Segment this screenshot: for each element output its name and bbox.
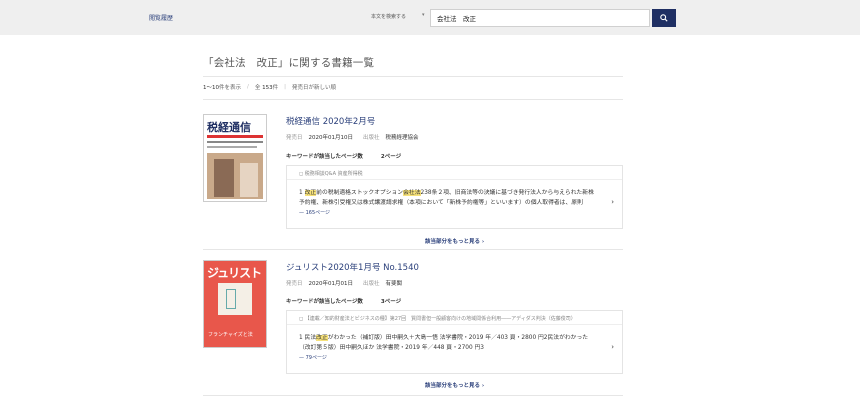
cover-title: ジュリスト [207, 266, 262, 280]
chevron-right-icon[interactable]: › [611, 342, 614, 352]
cover-title: 税経通信 [207, 121, 251, 134]
hit-box[interactable]: ◻ 【連載／知的財産法とビジネスの種】第27回 質問書但一般顧客向けの地域間係合… [286, 310, 623, 374]
hit-snippet: 1 民法改正がわかった（補訂版）田中嗣久＋大島一悟 法学書院・2019 年／40… [299, 335, 614, 363]
keyword-pages: キーワードが該当したページ数 3ページ [286, 299, 402, 305]
result-total: 全 153件 [254, 85, 279, 91]
book-meta: 発売日 2020年01月10日 出版社 税務経理協会 [286, 135, 419, 141]
top-bar: 閲覧履歴 本文を検索する ▾ [0, 0, 860, 35]
page-title: 「会社法 改正」に関する書籍一覧 [203, 57, 375, 69]
separator: | [284, 84, 287, 90]
search-input[interactable] [430, 9, 650, 27]
book-title[interactable]: ジュリスト2020年1月号 No.1540 [286, 261, 419, 273]
history-link[interactable]: 閲覧履歴 [149, 13, 173, 22]
hit-box[interactable]: ◻ 税務相談Q&A 資産所得税 1 改正前の税制適格ストックオプション会社法23… [286, 165, 623, 229]
book-title[interactable]: 税経通信 2020年2月号 [286, 115, 375, 127]
chevron-down-icon[interactable]: ▾ [422, 12, 425, 18]
chevron-right-icon[interactable]: › [611, 197, 614, 207]
sort-order[interactable]: 発売日が新しい順 [292, 83, 336, 91]
show-more-link[interactable]: 該当部分をもっと見る › [425, 381, 484, 389]
separator: / [247, 84, 249, 90]
book-item: ジュリスト フランチャイズと法 ジュリスト2020年1月号 No.1540 発売… [203, 260, 623, 395]
show-more-link[interactable]: 該当部分をもっと見る › [425, 237, 484, 245]
search-scope-select[interactable]: 本文を検索する [371, 13, 406, 20]
divider [203, 249, 623, 250]
search-icon [660, 14, 668, 22]
hit-snippet: 1 改正前の税制適格ストックオプション会社法238条２項、旧商法等の決議に基づき… [299, 190, 614, 218]
cover-caption: フランチャイズと法 [208, 332, 253, 338]
divider [203, 99, 623, 100]
book-cover[interactable]: ジュリスト フランチャイズと法 [203, 260, 267, 348]
book-item: 税経通信 税経通信 2020年2月号 発売日 2020年01月10日 出版社 税務経… [203, 114, 623, 249]
section-label: ◻ 税務相談Q&A 資産所得税 [287, 166, 622, 180]
book-cover[interactable]: 税経通信 [203, 114, 267, 202]
keyword-pages: キーワードが該当したページ数 2ページ [286, 154, 402, 160]
divider [203, 76, 623, 77]
result-range: 1〜10件を表示 [203, 85, 242, 91]
page-link[interactable]: — 79ページ [299, 353, 598, 363]
search-button[interactable] [652, 9, 676, 27]
page-link[interactable]: — 165ページ [299, 208, 598, 218]
results-meta: 1〜10件を表示 / 全 153件 | 発売日が新しい順 [203, 83, 336, 91]
book-meta: 発売日 2020年01月01日 出版社 有斐閣 [286, 281, 403, 287]
section-label: ◻ 【連載／知的財産法とビジネスの種】第27回 質問書但一般顧客向けの地域間係合… [287, 311, 622, 325]
divider [203, 395, 623, 396]
